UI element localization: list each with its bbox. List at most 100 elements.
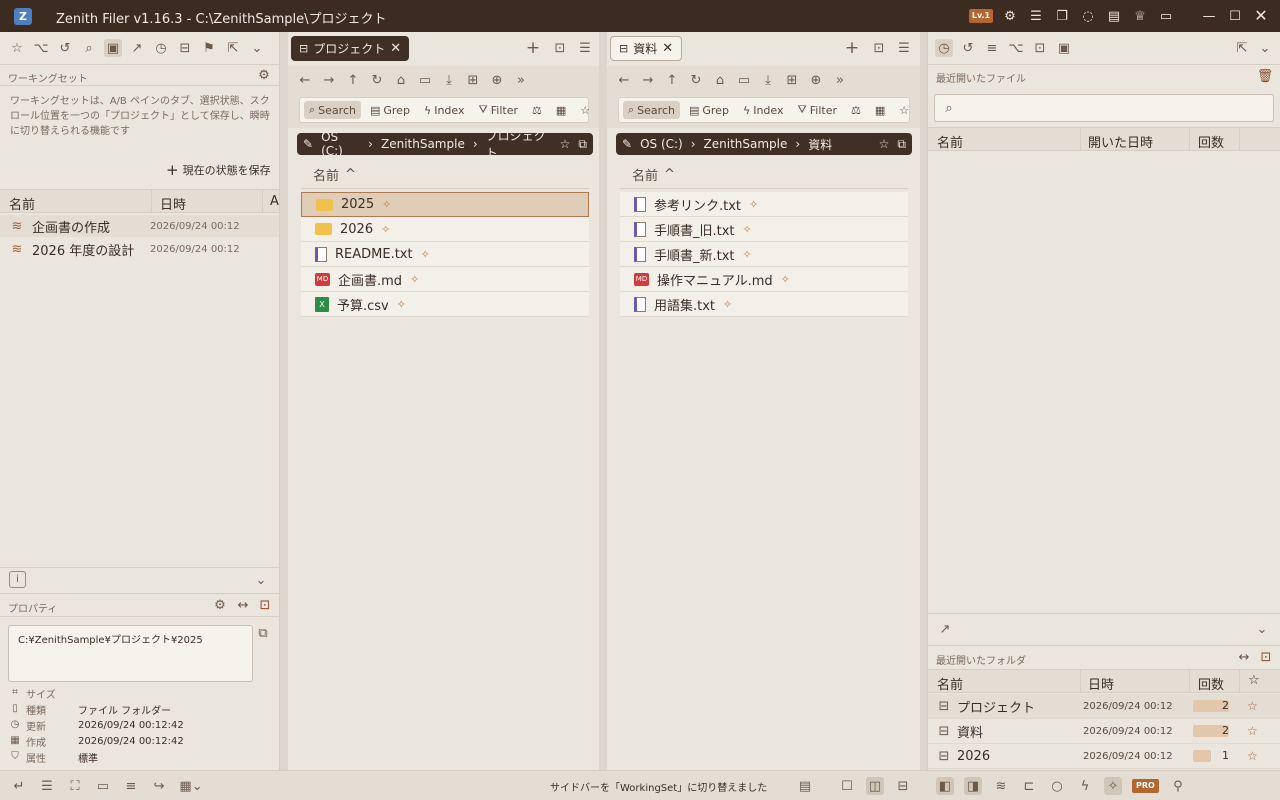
edit-icon[interactable]: ✎: [622, 137, 632, 151]
refresh-icon[interactable]: ↻: [368, 71, 386, 89]
sparkle-icon[interactable]: ✧: [381, 223, 390, 236]
briefcase-icon[interactable]: ▣: [104, 39, 122, 57]
download-icon[interactable]: ⤓: [440, 71, 458, 89]
close-icon[interactable]: ✕: [662, 41, 673, 56]
document-icon[interactable]: ▤: [796, 777, 814, 795]
sparkle-icon[interactable]: ✧: [749, 198, 758, 211]
tab-docs[interactable]: ⊟ 資料 ✕: [610, 36, 683, 61]
external-icon[interactable]: ⇱: [1233, 39, 1251, 57]
star-icon[interactable]: ☆: [1247, 699, 1258, 713]
copy-icon[interactable]: ⧉: [578, 137, 587, 152]
maximize-icon[interactable]: ☐: [1226, 7, 1244, 25]
history-icon[interactable]: ↺: [959, 39, 977, 57]
terminal-icon[interactable]: ⊡: [551, 39, 569, 57]
star-icon[interactable]: ☆: [879, 137, 890, 151]
tab-project[interactable]: ⊟ プロジェクト ✕: [291, 36, 410, 61]
bolt-icon[interactable]: ϟ: [1076, 777, 1094, 795]
right-sidebar-toggle-icon[interactable]: ◨: [964, 777, 982, 795]
file-list-header[interactable]: 名前 ^: [301, 161, 589, 189]
add-tab-icon[interactable]: +: [524, 39, 542, 57]
bookmark-icon[interactable]: ⚑: [200, 39, 218, 57]
chevron-down-icon[interactable]: ⌄: [252, 571, 270, 589]
info-icon[interactable]: i: [9, 571, 26, 588]
chevron-down-icon[interactable]: ⌄: [1256, 39, 1274, 57]
grid-dropdown-icon[interactable]: ▦⌄: [178, 777, 204, 795]
col-count[interactable]: 回数: [1198, 132, 1224, 151]
search-button[interactable]: ⌕ Search: [623, 101, 680, 119]
tree-icon[interactable]: ⌥: [1007, 39, 1025, 57]
align-icon[interactable]: ☰: [38, 777, 56, 795]
col-name[interactable]: 名前: [937, 674, 963, 693]
desktop-icon[interactable]: ▭: [735, 71, 753, 89]
list-menu-icon[interactable]: ☰: [576, 39, 594, 57]
panel-bottom-icon[interactable]: ⊡: [1257, 648, 1275, 666]
filter-button[interactable]: ⛛ Filter: [474, 101, 524, 119]
trophy-icon[interactable]: ♕: [1131, 7, 1149, 25]
col-count[interactable]: 回数: [1198, 674, 1224, 693]
home-icon[interactable]: ⌂: [392, 71, 410, 89]
left-sidebar-toggle-icon[interactable]: ◧: [936, 777, 954, 795]
desktop-icon[interactable]: ▭: [416, 71, 434, 89]
more-icon[interactable]: »: [831, 71, 849, 89]
file-row[interactable]: 参考リンク.txt ✧: [620, 192, 908, 217]
more-icon[interactable]: »: [512, 71, 530, 89]
right-splitter[interactable]: [920, 32, 927, 770]
left-splitter[interactable]: [280, 32, 288, 770]
up-icon[interactable]: ↑: [344, 71, 362, 89]
file-row[interactable]: X 予算.csv ✧: [301, 292, 589, 317]
forward-icon[interactable]: →: [320, 71, 338, 89]
trash-icon[interactable]: 🗑: [1256, 67, 1274, 85]
terminal-icon[interactable]: ⊡: [870, 39, 888, 57]
star-sparkle-icon[interactable]: ☆: [8, 39, 26, 57]
col-name[interactable]: 名前: [9, 194, 35, 213]
chevron-down-icon[interactable]: ⌄: [1253, 620, 1271, 638]
crumb-folder[interactable]: プロジェクト: [486, 127, 552, 161]
trend-icon[interactable]: ↗: [128, 39, 146, 57]
save-state-button[interactable]: + 現在の状態を保存: [166, 161, 271, 179]
crumb-drive[interactable]: OS (C:): [321, 130, 360, 158]
col-name[interactable]: 名前: [937, 132, 963, 151]
edit-icon[interactable]: ✎: [303, 137, 313, 151]
scale-icon[interactable]: ⚖: [527, 102, 547, 119]
star-icon[interactable]: ☆: [1247, 749, 1258, 763]
sparkle-icon[interactable]: ✧: [743, 248, 752, 261]
star-icon[interactable]: ☆: [560, 137, 571, 151]
terminal-icon[interactable]: ⊡: [1031, 39, 1049, 57]
horizontal-split-icon[interactable]: ⊟: [894, 777, 912, 795]
back-icon[interactable]: ←: [615, 71, 633, 89]
layers-icon[interactable]: ≋: [992, 777, 1010, 795]
panel-bottom-icon[interactable]: ⊡: [256, 596, 274, 614]
calendar-icon[interactable]: ▦: [870, 102, 890, 119]
return-icon[interactable]: ↵: [10, 777, 28, 795]
path-field[interactable]: C:¥ZenithSample¥プロジェクト¥2025: [8, 625, 253, 682]
circle-icon[interactable]: ○: [1048, 777, 1066, 795]
clock-icon[interactable]: ◷: [935, 39, 953, 57]
list-menu-icon[interactable]: ☰: [895, 39, 913, 57]
sparkle-icon[interactable]: ✧: [1104, 777, 1122, 795]
crumb-folder[interactable]: ZenithSample: [704, 137, 788, 151]
refresh-icon[interactable]: ↻: [687, 71, 705, 89]
filter-button[interactable]: ⛛ Filter: [793, 101, 843, 119]
col-extra[interactable]: A: [270, 194, 279, 209]
star-icon[interactable]: ☆: [1248, 673, 1260, 688]
copy-icon[interactable]: ⧉: [897, 137, 906, 152]
file-row[interactable]: 手順書_旧.txt ✧: [620, 217, 908, 242]
file-row[interactable]: README.txt ✧: [301, 242, 589, 267]
sparkle-icon[interactable]: ✧: [382, 198, 391, 211]
gear-icon[interactable]: ⚙: [255, 66, 273, 84]
menu-icon[interactable]: ☰: [1027, 7, 1045, 25]
new-file-icon[interactable]: ⊕: [488, 71, 506, 89]
star-icon[interactable]: ☆: [575, 102, 595, 119]
sparkle-icon[interactable]: ✧: [421, 248, 430, 261]
col-date[interactable]: 日時: [160, 194, 186, 213]
file-row[interactable]: MD 操作マニュアル.md ✧: [620, 267, 908, 292]
sparkle-icon[interactable]: ✧: [410, 273, 419, 286]
list-item[interactable]: ⊟ 資料 2026/09/24 00:12 2 ☆: [928, 719, 1280, 744]
forward-icon[interactable]: →: [639, 71, 657, 89]
back-icon[interactable]: ←: [296, 71, 314, 89]
book-icon[interactable]: ❐: [1053, 7, 1071, 25]
new-file-icon[interactable]: ⊕: [807, 71, 825, 89]
grep-button[interactable]: ▤ Grep: [684, 102, 734, 119]
add-tab-icon[interactable]: +: [843, 39, 861, 57]
sparkle-icon[interactable]: ✧: [781, 273, 790, 286]
